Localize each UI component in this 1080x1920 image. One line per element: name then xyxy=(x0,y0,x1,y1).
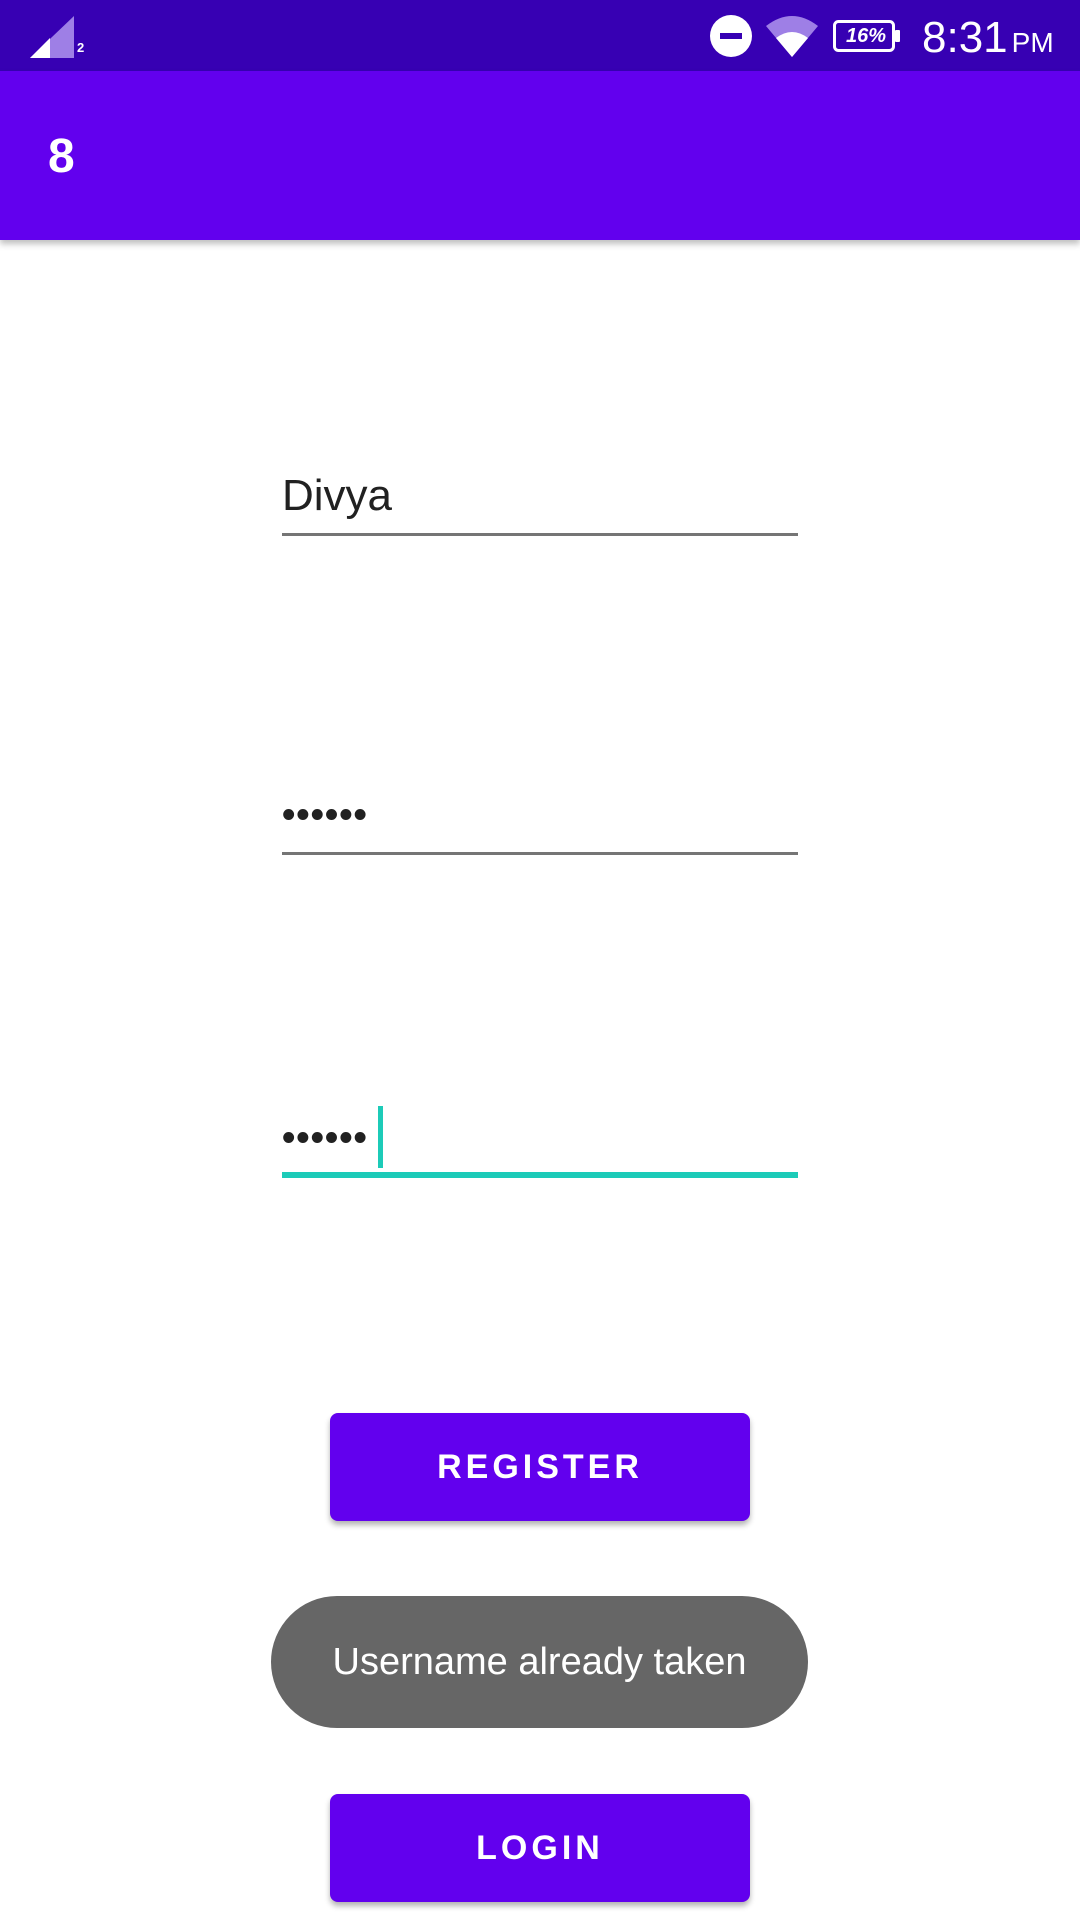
wifi-icon xyxy=(766,16,818,57)
text-cursor xyxy=(378,1106,383,1168)
confirm-password-underline xyxy=(282,1172,798,1178)
password-field[interactable]: •••••• xyxy=(282,775,798,855)
username-field[interactable]: Divya xyxy=(282,456,798,536)
toast-message: Username already taken xyxy=(271,1596,808,1728)
login-button[interactable]: LOGIN xyxy=(330,1794,750,1902)
clock: 8:31 PM xyxy=(922,12,1054,69)
do-not-disturb-icon xyxy=(710,15,752,57)
clock-ampm: PM xyxy=(1011,27,1054,58)
password-underline xyxy=(282,852,798,855)
battery-level: 16% xyxy=(845,25,887,47)
confirm-password-field[interactable]: •••••• xyxy=(282,1098,798,1178)
app-title: 8 xyxy=(48,130,75,183)
clock-time: 8:31 xyxy=(922,13,1008,62)
sim-label: 2 xyxy=(77,40,85,55)
register-button[interactable]: REGISTER xyxy=(330,1413,750,1521)
screen: 2 16% 8:31 PM 8 Divya •••••• •••••• REGI… xyxy=(0,0,1080,1920)
password-value: •••••• xyxy=(282,794,368,836)
app-bar: 8 xyxy=(0,71,1080,240)
username-value: Divya xyxy=(282,471,393,520)
confirm-password-value: •••••• xyxy=(282,1117,368,1159)
username-underline xyxy=(282,533,798,536)
status-bar: 2 16% 8:31 PM xyxy=(0,0,1080,71)
